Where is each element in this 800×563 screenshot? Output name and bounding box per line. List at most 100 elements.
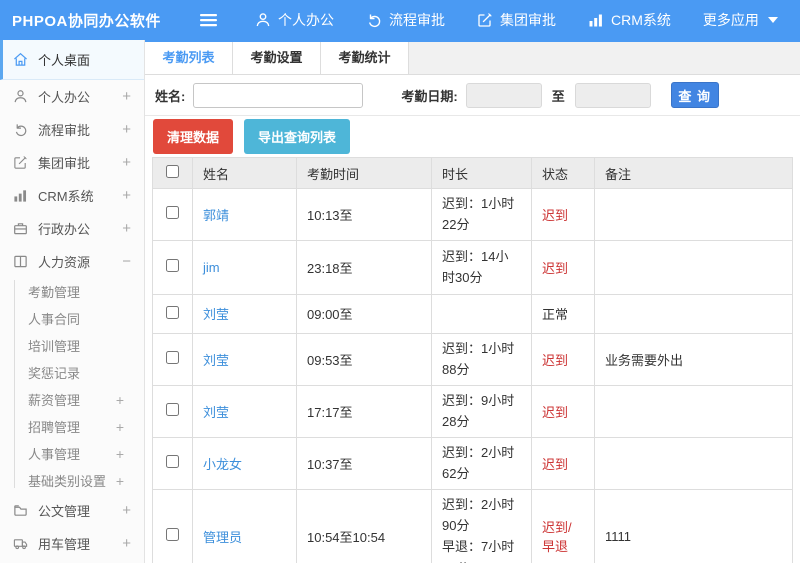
row-checkbox[interactable]: [166, 259, 179, 273]
collapse-minus-icon[interactable]: −: [122, 253, 131, 270]
nav-label: 集团审批: [500, 12, 556, 28]
remark-text: [594, 293, 793, 334]
sidebar-item-reward-punish[interactable]: 奖惩记录: [0, 359, 144, 386]
sidebar-item-personal-desktop[interactable]: 个人桌面: [0, 40, 144, 80]
menu-toggle-icon[interactable]: [200, 13, 217, 27]
expand-plus-icon[interactable]: +: [122, 88, 131, 105]
expand-plus-icon[interactable]: +: [122, 220, 131, 237]
nav-crm-system[interactable]: CRM系统: [588, 10, 671, 30]
row-checkbox[interactable]: [166, 455, 179, 469]
edit-icon: [12, 154, 29, 171]
nav-more-apps[interactable]: 更多应用: [703, 10, 778, 30]
employee-name-link[interactable]: jim: [203, 260, 220, 275]
nav-label: 更多应用: [702, 12, 759, 28]
employee-name-link[interactable]: 小龙女: [203, 457, 242, 472]
sidebar-item-label: 集团审批: [38, 156, 91, 171]
attendance-time: 17:17至: [296, 384, 432, 438]
expand-plus-icon[interactable]: +: [122, 187, 131, 204]
sidebar-item-label: 招聘管理: [28, 420, 81, 435]
sidebar-item-label: 人力资源: [38, 255, 91, 270]
row-checkbox[interactable]: [166, 305, 179, 319]
nav-workflow-approval[interactable]: 流程审批: [366, 10, 445, 30]
briefcase-icon: [12, 220, 29, 237]
sidebar-item-workflow-approval[interactable]: 流程审批 +: [0, 113, 144, 146]
nav-personal-office[interactable]: 个人办公: [255, 10, 334, 30]
employee-name-link[interactable]: 郭靖: [203, 208, 229, 223]
attendance-time: 10:37至: [296, 436, 432, 490]
sidebar-item-attendance-mgmt[interactable]: 考勤管理: [0, 278, 144, 305]
app-logo: PHPOA协同办公软件: [12, 12, 161, 30]
sidebar-item-label: 基础类别设置: [28, 474, 107, 489]
sidebar-item-personnel-mgmt[interactable]: 人事管理 +: [0, 440, 144, 467]
clean-data-button[interactable]: 清理数据: [153, 119, 234, 154]
sidebar-item-label: 奖惩记录: [28, 366, 81, 381]
row-checkbox[interactable]: [166, 351, 179, 365]
attendance-time: 09:53至: [296, 332, 432, 386]
name-filter-input[interactable]: [193, 82, 364, 108]
nav-label: CRM系统: [611, 12, 671, 28]
row-checkbox[interactable]: [166, 206, 179, 220]
sidebar-item-crm-system[interactable]: CRM系统 +: [0, 179, 144, 212]
sidebar-item-training-mgmt[interactable]: 培训管理: [0, 332, 144, 359]
employee-name-link[interactable]: 刘莹: [203, 405, 229, 420]
expand-plus-icon[interactable]: +: [116, 392, 124, 408]
col-header-duration: 时长: [431, 157, 532, 189]
col-header-name: 姓名: [192, 157, 297, 189]
expand-plus-icon[interactable]: +: [122, 502, 131, 519]
sidebar-item-base-category-settings[interactable]: 基础类别设置 +: [0, 467, 144, 494]
date-to-label: 至: [551, 88, 565, 104]
person-icon: [12, 88, 29, 105]
expand-plus-icon[interactable]: +: [116, 473, 124, 489]
sidebar-item-label: CRM系统: [38, 189, 94, 204]
person-icon: [255, 12, 271, 28]
date-from-input[interactable]: [465, 82, 542, 108]
sidebar-item-salary-mgmt[interactable]: 薪资管理 +: [0, 386, 144, 413]
select-all-checkbox[interactable]: [166, 165, 179, 178]
undo-arrow-icon: [12, 121, 29, 138]
status-text: 迟到: [542, 260, 569, 276]
row-checkbox[interactable]: [166, 403, 179, 417]
edit-icon: [477, 12, 493, 28]
date-to-input[interactable]: [574, 82, 651, 108]
tab-attendance-settings[interactable]: 考勤设置: [233, 42, 321, 74]
sidebar-item-document-mgmt[interactable]: 公文管理 +: [0, 494, 144, 527]
tab-attendance-stats[interactable]: 考勤统计: [321, 42, 409, 74]
employee-name-link[interactable]: 刘莹: [203, 307, 229, 322]
sidebar-item-recruit-mgmt[interactable]: 招聘管理 +: [0, 413, 144, 440]
remark-text: 业务需要外出: [594, 332, 793, 386]
duration-text: 迟到：1小时22分: [431, 188, 532, 241]
sidebar-item-admin-office[interactable]: 行政办公 +: [0, 212, 144, 245]
nav-label: 流程审批: [389, 12, 445, 28]
nav-group-approval[interactable]: 集团审批: [477, 10, 556, 30]
remark-text: [594, 188, 793, 241]
attendance-time: 09:00至: [296, 293, 432, 334]
expand-plus-icon[interactable]: +: [122, 535, 131, 552]
row-checkbox[interactable]: [166, 528, 179, 542]
expand-plus-icon[interactable]: +: [116, 446, 124, 462]
employee-name-link[interactable]: 刘莹: [203, 353, 229, 368]
sidebar-item-personal-office[interactable]: 个人办公 +: [0, 80, 144, 113]
bar-chart-icon: [588, 12, 604, 28]
folder-icon: [12, 502, 29, 519]
date-filter-label: 考勤日期:: [401, 88, 458, 104]
export-query-list-button[interactable]: 导出查询列表: [244, 119, 351, 154]
sidebar-item-label: 行政办公: [38, 222, 91, 237]
remark-text: [594, 239, 793, 295]
sidebar: 个人桌面 个人办公 + 流程审批 + 集团审批 + CRM系统 + 行政办公 +…: [0, 40, 145, 563]
table-row: 刘莹 17:17至 迟到：9小时28分 迟到: [152, 384, 793, 438]
expand-plus-icon[interactable]: +: [122, 154, 131, 171]
expand-plus-icon[interactable]: +: [116, 419, 124, 435]
col-header-remark: 备注: [594, 157, 793, 189]
employee-name-link[interactable]: 管理员: [203, 530, 242, 545]
remark-text: 1111: [594, 488, 793, 563]
status-text: 迟到/早退: [542, 520, 572, 555]
expand-plus-icon[interactable]: +: [122, 121, 131, 138]
sidebar-item-group-approval[interactable]: 集团审批 +: [0, 146, 144, 179]
sidebar-item-label: 个人桌面: [38, 53, 91, 68]
sidebar-item-vehicle-mgmt[interactable]: 用车管理 +: [0, 527, 144, 560]
sidebar-item-human-resources[interactable]: 人力资源 −: [0, 245, 144, 278]
duration-text: 迟到：14小时30分: [431, 239, 532, 295]
query-button[interactable]: 查 询: [670, 82, 719, 108]
tab-attendance-list[interactable]: 考勤列表: [145, 42, 233, 74]
sidebar-item-hr-contracts[interactable]: 人事合同: [0, 305, 144, 332]
